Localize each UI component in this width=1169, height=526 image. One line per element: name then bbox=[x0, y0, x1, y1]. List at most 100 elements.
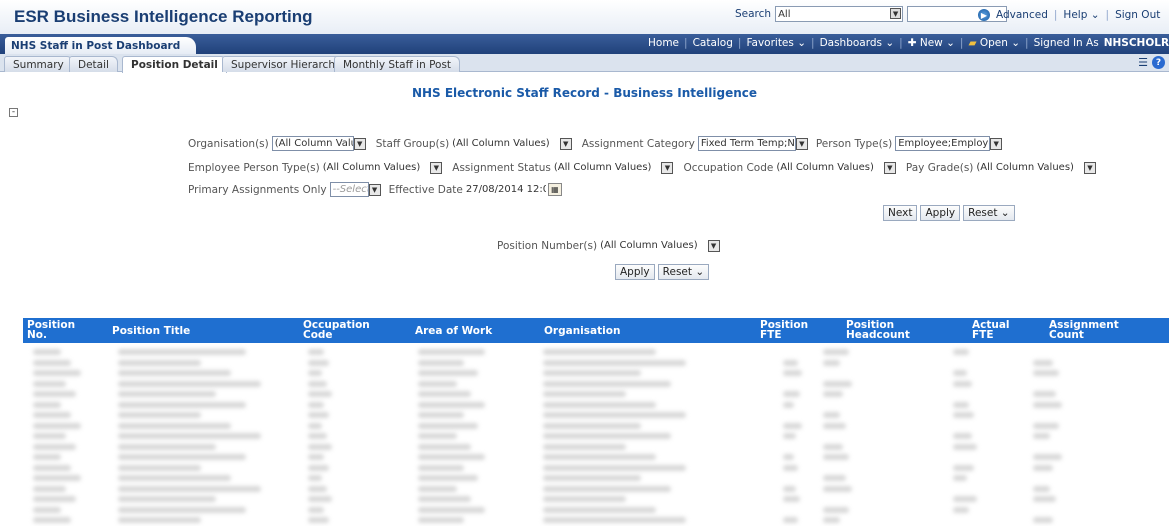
table-cell bbox=[308, 349, 325, 355]
table-cell bbox=[1033, 496, 1056, 502]
column-header[interactable]: Position Title bbox=[112, 326, 190, 337]
employee-person-type-select[interactable]: (All Column Values) bbox=[323, 160, 421, 175]
column-header[interactable]: Assignment Count bbox=[1049, 320, 1129, 341]
column-header[interactable]: Area of Work bbox=[415, 326, 492, 337]
app-title: ESR Business Intelligence Reporting bbox=[14, 7, 313, 26]
table-cell bbox=[308, 391, 332, 397]
table-cell bbox=[823, 517, 840, 523]
column-header[interactable]: Occupation Code bbox=[303, 320, 373, 341]
table-cell bbox=[33, 443, 76, 450]
user-name: NHSCHOLROYD bbox=[1103, 37, 1169, 49]
effective-date-label: Effective Date bbox=[388, 183, 463, 196]
table-row bbox=[23, 515, 1169, 525]
column-header[interactable]: Position No. bbox=[27, 320, 87, 341]
new-menu[interactable]: ✚ New ⌄ bbox=[908, 37, 955, 49]
table-cell bbox=[1033, 433, 1050, 439]
chevron-down-icon[interactable]: ▼ bbox=[1083, 161, 1096, 174]
primary-assignments-select[interactable]: --Select bbox=[329, 182, 369, 197]
tab-supervisor-hierarchy[interactable]: Supervisor Hierarchy bbox=[222, 56, 351, 72]
table-cell bbox=[1033, 454, 1062, 460]
table-cell bbox=[783, 485, 796, 492]
reset-button[interactable]: Reset ⌄ bbox=[657, 264, 710, 280]
help-menu[interactable]: Help ⌄ bbox=[1063, 9, 1099, 21]
search-scope-select[interactable]: All ▼ bbox=[775, 6, 904, 22]
table-cell bbox=[33, 370, 81, 376]
table-cell bbox=[543, 496, 626, 502]
table-cell bbox=[118, 349, 246, 355]
tab-summary[interactable]: Summary bbox=[4, 56, 73, 72]
table-cell bbox=[543, 380, 671, 387]
table-cell bbox=[1033, 370, 1059, 376]
table-row bbox=[23, 452, 1169, 462]
sign-out-link[interactable]: Sign Out bbox=[1115, 9, 1160, 21]
page-tabs: Summary Detail Position Detail Superviso… bbox=[0, 54, 1169, 73]
table-row bbox=[23, 389, 1169, 399]
advanced-link[interactable]: Advanced bbox=[996, 9, 1048, 21]
table-row bbox=[23, 400, 1169, 410]
assignment-status-select[interactable]: (All Column Values) bbox=[554, 160, 652, 175]
organisation-select[interactable]: (All Column Values) bbox=[271, 136, 354, 151]
tab-position-detail[interactable]: Position Detail bbox=[122, 56, 227, 73]
user-menu[interactable]: NHSCHOLROYD bbox=[1104, 37, 1169, 49]
open-menu[interactable]: ▰ Open ⌄ bbox=[968, 37, 1020, 49]
table-body bbox=[23, 343, 1169, 526]
column-header[interactable]: Actual FTE bbox=[972, 320, 1022, 341]
table-cell bbox=[953, 433, 972, 439]
new-icon: ✚ bbox=[907, 37, 917, 49]
chevron-down-icon[interactable]: ▼ bbox=[353, 137, 366, 150]
search-go-icon[interactable]: ▶ bbox=[978, 9, 990, 21]
next-button[interactable]: Next bbox=[883, 205, 918, 221]
assignment-category-label: Assignment Category bbox=[581, 137, 695, 150]
tab-detail[interactable]: Detail bbox=[69, 56, 118, 72]
global-nav-bar: NHS Staff in Post Dashboard Home | Catal… bbox=[0, 34, 1169, 54]
chevron-down-icon[interactable]: ▼ bbox=[661, 161, 674, 174]
effective-date-input[interactable]: 27/08/2014 12:00 bbox=[466, 182, 546, 197]
apply-button[interactable]: Apply bbox=[615, 264, 655, 280]
favorites-menu[interactable]: Favorites ⌄ bbox=[746, 37, 806, 49]
table-cell bbox=[823, 380, 852, 387]
reset-button[interactable]: Reset ⌄ bbox=[963, 205, 1015, 221]
table-cell bbox=[1033, 464, 1053, 471]
collapse-icon[interactable]: - bbox=[9, 108, 18, 117]
column-header[interactable]: Organisation bbox=[544, 326, 620, 337]
table-cell bbox=[308, 433, 327, 439]
chevron-down-icon[interactable]: ▼ bbox=[430, 161, 443, 174]
chevron-down-icon[interactable]: ▼ bbox=[707, 239, 720, 252]
table-cell bbox=[33, 496, 76, 502]
dashboards-menu[interactable]: Dashboards ⌄ bbox=[820, 37, 895, 49]
catalog-link[interactable]: Catalog bbox=[693, 37, 733, 49]
dashboard-tab[interactable]: NHS Staff in Post Dashboard bbox=[5, 37, 197, 54]
occupation-code-select[interactable]: (All Column Values) bbox=[776, 160, 874, 175]
search-scope-value: All bbox=[778, 8, 791, 20]
table-cell bbox=[33, 401, 61, 408]
table-cell bbox=[418, 422, 478, 429]
table-cell bbox=[953, 475, 967, 481]
person-type-select[interactable]: Employee;Employee a bbox=[895, 136, 991, 151]
table-cell bbox=[418, 506, 485, 513]
help-icon[interactable]: ? bbox=[1152, 56, 1165, 69]
table-cell bbox=[118, 370, 231, 376]
table-cell bbox=[418, 349, 485, 355]
page-options-icon[interactable]: ☰ bbox=[1138, 56, 1148, 69]
table-cell bbox=[783, 370, 802, 376]
table-cell bbox=[823, 506, 849, 513]
chevron-down-icon[interactable]: ▼ bbox=[883, 161, 896, 174]
chevron-down-icon[interactable]: ▼ bbox=[795, 137, 808, 150]
column-header[interactable]: Position Headcount bbox=[846, 320, 916, 341]
chevron-down-icon[interactable]: ▼ bbox=[559, 137, 572, 150]
column-header[interactable]: Position FTE bbox=[760, 320, 810, 341]
chevron-down-icon[interactable]: ▼ bbox=[990, 137, 1003, 150]
table-cell bbox=[543, 485, 671, 492]
staff-group-select[interactable]: (All Column Values) bbox=[452, 136, 550, 151]
table-cell bbox=[823, 454, 849, 460]
table-cell bbox=[33, 506, 61, 513]
chevron-down-icon[interactable]: ▼ bbox=[368, 183, 381, 196]
pay-grade-select[interactable]: (All Column Values) bbox=[976, 160, 1074, 175]
tab-monthly-staff-in-post[interactable]: Monthly Staff in Post bbox=[334, 56, 461, 72]
apply-button[interactable]: Apply bbox=[920, 205, 961, 221]
table-cell bbox=[953, 443, 977, 450]
assignment-category-select[interactable]: Fixed Term Temp;Non bbox=[697, 136, 796, 151]
home-link[interactable]: Home bbox=[648, 37, 679, 49]
position-number-select[interactable]: (All Column Values) bbox=[600, 238, 698, 253]
calendar-icon[interactable]: ▦ bbox=[547, 183, 562, 196]
